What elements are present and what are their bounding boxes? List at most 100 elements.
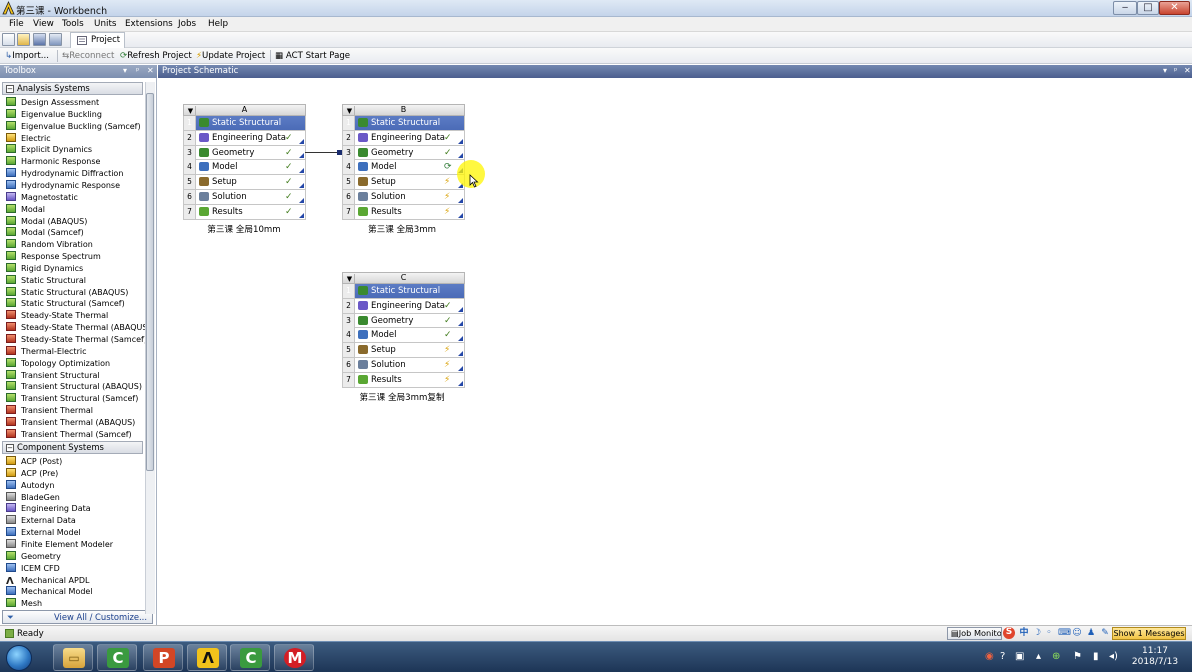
component-item[interactable]: Finite Element Modeler xyxy=(6,538,113,551)
system-header[interactable]: ▼ C xyxy=(342,272,465,284)
system-cell[interactable]: 1 Static Structural xyxy=(183,116,306,131)
ime-user-icon[interactable]: ☺ xyxy=(1072,628,1082,639)
menu-help[interactable]: Help xyxy=(208,19,228,29)
analysis-item[interactable]: Random Vibration xyxy=(6,239,93,251)
taskbar-ansys-workbench[interactable]: Λ xyxy=(187,644,227,671)
system-cell[interactable]: 7 Results ✓ xyxy=(183,204,306,220)
analysis-item[interactable]: Electric xyxy=(6,132,51,145)
tray-expand-icon[interactable]: ▴ xyxy=(1036,651,1041,662)
panel-close-icon[interactable]: ✕ xyxy=(1184,66,1191,75)
analysis-item[interactable]: Eigenvalue Buckling xyxy=(6,108,102,121)
component-item[interactable]: BladeGen xyxy=(6,491,60,504)
system-cell[interactable]: 6 Solution ✓ xyxy=(183,190,306,205)
system-caption[interactable]: 第三课 全局3mm xyxy=(322,223,482,235)
analysis-item[interactable]: Response Spectrum xyxy=(6,251,101,263)
collapse-icon[interactable]: − xyxy=(6,84,14,93)
component-item[interactable]: Autodyn xyxy=(6,479,54,492)
tray-sogou-icon[interactable]: ◉ xyxy=(985,651,994,662)
menu-file[interactable]: File xyxy=(9,19,24,29)
analysis-item[interactable]: Steady-State Thermal (ABAQUS) xyxy=(6,322,151,334)
new-file-icon[interactable] xyxy=(2,33,15,46)
component-item[interactable]: External Data xyxy=(6,515,76,527)
analysis-item[interactable]: Steady-State Thermal xyxy=(6,310,108,322)
save-as-icon[interactable] xyxy=(49,33,62,46)
menu-units[interactable]: Units xyxy=(94,19,117,29)
system-cell[interactable]: 2 Engineering Data ✓ xyxy=(342,298,465,314)
analysis-item[interactable]: Transient Thermal (Samcef) xyxy=(6,428,132,441)
taskbar-explorer[interactable]: ▭ xyxy=(53,644,93,671)
system-menu-icon[interactable]: ▼ xyxy=(345,274,355,283)
analysis-item[interactable]: Thermal-Electric xyxy=(6,345,86,358)
analysis-item[interactable]: Static Structural (Samcef) xyxy=(6,298,125,310)
panel-close-icon[interactable]: ✕ xyxy=(147,66,154,75)
system-cell[interactable]: 6 Solution ⚡ xyxy=(342,190,465,205)
analysis-item[interactable]: Explicit Dynamics xyxy=(6,144,92,156)
component-item[interactable]: ACP (Pre) xyxy=(6,467,58,480)
analysis-item[interactable]: Eigenvalue Buckling (Samcef) xyxy=(6,120,141,133)
analysis-item[interactable]: Rigid Dynamics xyxy=(6,262,83,275)
menu-extensions[interactable]: Extensions xyxy=(125,19,173,29)
minimize-button[interactable]: ‒ xyxy=(1113,1,1137,15)
component-item[interactable]: Λ Mechanical APDL xyxy=(6,575,89,587)
update-project-button[interactable]: ⚡Update Project xyxy=(196,51,265,61)
open-folder-icon[interactable] xyxy=(17,33,30,46)
system-cell[interactable]: 5 Setup ⚡ xyxy=(342,343,465,358)
tray-battery-icon[interactable]: ▮ xyxy=(1093,651,1099,662)
import-button[interactable]: ↳Import... xyxy=(5,51,49,61)
taskbar-powerpoint[interactable]: P xyxy=(143,644,183,671)
component-item[interactable]: Geometry xyxy=(6,550,61,563)
tray-flag-icon[interactable]: ⚑ xyxy=(1073,651,1082,662)
tray-security-icon[interactable]: ⊕ xyxy=(1052,651,1060,662)
tab-project[interactable]: Project xyxy=(70,32,125,48)
tray-volume-icon[interactable]: ◂) xyxy=(1109,651,1118,662)
ime-moon-icon[interactable]: ☽ xyxy=(1032,628,1042,639)
component-item[interactable]: Mechanical Model xyxy=(6,586,93,598)
panel-menu-icon[interactable]: ▾ xyxy=(123,66,127,75)
system-cell[interactable]: 3 Geometry ✓ xyxy=(183,145,306,161)
group-component-systems[interactable]: − Component Systems xyxy=(2,441,143,454)
tray-network-drive-icon[interactable]: ▣ xyxy=(1015,651,1024,662)
show-messages-button[interactable]: Show 1 Messages xyxy=(1112,627,1186,640)
analysis-item[interactable]: Magnetostatic xyxy=(6,191,78,204)
taskbar-clock[interactable]: 11:17 2018/7/13 xyxy=(1126,646,1184,668)
menu-view[interactable]: View xyxy=(33,19,54,29)
analysis-item[interactable]: Modal xyxy=(6,203,45,216)
menu-tools[interactable]: Tools xyxy=(62,19,84,29)
ime-punct-icon[interactable]: ◦ xyxy=(1044,628,1054,639)
reconnect-button[interactable]: ⇆Reconnect xyxy=(62,51,114,61)
tray-help-icon[interactable]: ? xyxy=(1000,651,1005,662)
system-cell[interactable]: 2 Engineering Data ✓ xyxy=(183,130,306,146)
group-analysis-systems[interactable]: − Analysis Systems xyxy=(2,82,143,95)
analysis-item[interactable]: Hydrodynamic Response xyxy=(6,179,120,192)
system-cell[interactable]: 4 Model ✓ xyxy=(183,160,306,176)
analysis-item[interactable]: Modal (Samcef) xyxy=(6,227,84,239)
system-cell[interactable]: 5 Setup ⚡ xyxy=(342,175,465,190)
system-caption[interactable]: 第三课 全局3mm复制 xyxy=(322,391,482,403)
ime-shirt-icon[interactable]: ♟ xyxy=(1086,628,1096,639)
analysis-item[interactable]: Transient Thermal (ABAQUS) xyxy=(6,416,135,429)
analysis-item[interactable]: Design Assessment xyxy=(6,97,99,109)
system-cell[interactable]: 3 Geometry ✓ xyxy=(342,145,465,161)
act-start-page-button[interactable]: ▦ ACT Start Page xyxy=(275,51,350,61)
analysis-item[interactable]: Steady-State Thermal (Samcef) xyxy=(6,334,147,346)
analysis-item[interactable]: Transient Structural (ABAQUS) xyxy=(6,381,142,393)
taskbar-camtasia-1[interactable]: C xyxy=(97,644,137,671)
system-menu-icon[interactable]: ▼ xyxy=(345,106,355,115)
pin-icon[interactable]: ᵖ xyxy=(1174,66,1177,75)
start-button[interactable] xyxy=(6,645,32,671)
component-item[interactable]: External Model xyxy=(6,527,81,539)
ime-keyboard-icon[interactable]: ⌨ xyxy=(1058,628,1071,639)
analysis-item[interactable]: Transient Structural (Samcef) xyxy=(6,393,138,405)
taskbar-mechanical[interactable]: M xyxy=(274,644,314,671)
system-header[interactable]: ▼ A xyxy=(183,104,306,116)
system-cell[interactable]: 2 Engineering Data ✓ xyxy=(342,130,465,146)
system-cell[interactable]: 7 Results ⚡ xyxy=(342,204,465,220)
taskbar-camtasia-2[interactable]: C xyxy=(230,644,270,671)
job-monitor-button[interactable]: ▤Job Monitor... xyxy=(947,627,1002,640)
analysis-item[interactable]: Transient Structural xyxy=(6,369,100,382)
component-item[interactable]: ICEM CFD xyxy=(6,562,60,575)
analysis-item[interactable]: Static Structural (ABAQUS) xyxy=(6,286,128,299)
system-cell[interactable]: 1 Static Structural xyxy=(342,116,465,131)
component-item[interactable]: Engineering Data xyxy=(6,503,91,515)
maximize-button[interactable]: □ xyxy=(1137,1,1159,15)
